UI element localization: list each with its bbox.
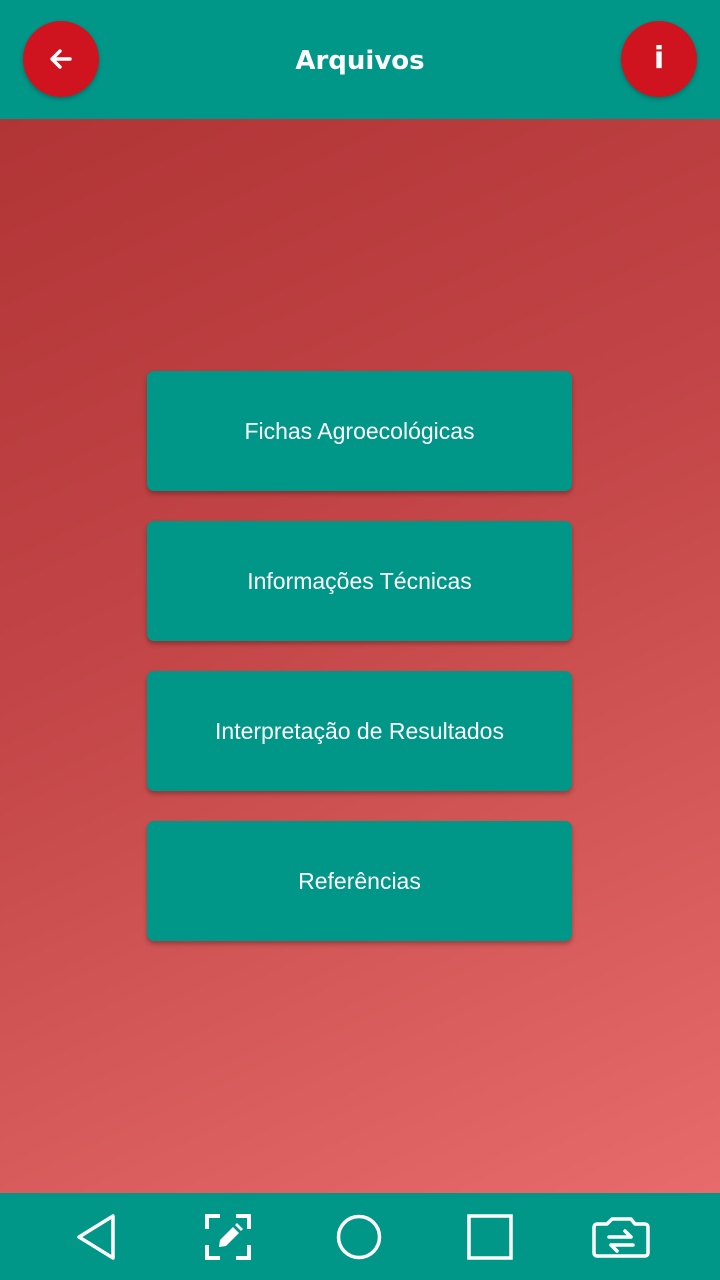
info-icon: i — [653, 41, 665, 76]
switch-camera-icon — [592, 1216, 650, 1258]
page-title: Arquivos — [295, 46, 425, 76]
referencias-button[interactable]: Referências — [147, 821, 572, 941]
nav-back-button[interactable] — [57, 1193, 137, 1280]
recents-square-icon — [467, 1213, 513, 1260]
nav-screenshot-button[interactable] — [188, 1193, 268, 1280]
fichas-agroecologicas-button[interactable]: Fichas Agroecológicas — [147, 371, 572, 491]
nav-recents-button[interactable] — [450, 1193, 530, 1280]
info-button[interactable]: i — [621, 21, 697, 97]
home-circle-icon — [336, 1214, 382, 1259]
app-bar: Arquivos i — [0, 0, 720, 119]
back-triangle-icon — [77, 1213, 115, 1260]
content-area: Fichas Agroecológicas Informações Técnic… — [0, 119, 720, 1193]
nav-home-button[interactable] — [319, 1193, 399, 1280]
screenshot-edit-icon — [205, 1213, 251, 1260]
informacoes-tecnicas-button[interactable]: Informações Técnicas — [147, 521, 572, 641]
back-button[interactable] — [23, 21, 99, 97]
arrow-left-icon — [50, 49, 72, 69]
nav-switch-camera-button[interactable] — [581, 1193, 661, 1280]
system-navigation-bar — [0, 1193, 720, 1280]
interpretacao-resultados-button[interactable]: Interpretação de Resultados — [147, 671, 572, 791]
